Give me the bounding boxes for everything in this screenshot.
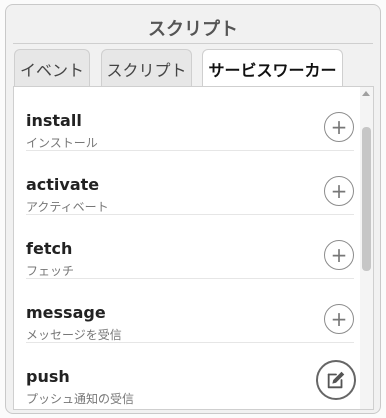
script-panel: スクリプト イベント スクリプト サービスワーカー install インストール… <box>5 4 381 414</box>
scroll-up-arrow-icon[interactable] <box>362 91 370 96</box>
list-item-activate[interactable]: activate アクティベート + <box>26 151 354 215</box>
plus-icon: + <box>330 179 348 203</box>
add-activate-button[interactable]: + <box>324 176 354 206</box>
tab-events[interactable]: イベント <box>14 49 90 87</box>
tab-service-worker[interactable]: サービスワーカー <box>202 49 343 89</box>
event-description: インストール <box>26 136 98 150</box>
scrollbar-thumb[interactable] <box>362 127 371 271</box>
plus-icon: + <box>330 307 348 331</box>
list-item-push[interactable]: push プッシュ通知の受信 <box>26 343 354 407</box>
tab-scripts[interactable]: スクリプト <box>101 49 192 87</box>
title-divider <box>13 43 373 44</box>
add-message-button[interactable]: + <box>324 304 354 334</box>
tab-label: スクリプト <box>106 60 187 80</box>
event-list-container: install インストール + activate アクティベート + fetc… <box>13 86 374 410</box>
event-name: activate <box>26 175 100 194</box>
list-item-install[interactable]: install インストール + <box>26 87 354 151</box>
add-install-button[interactable]: + <box>324 112 354 142</box>
edit-pencil-icon <box>327 371 345 389</box>
tab-label: イベント <box>19 60 84 80</box>
event-name: push <box>26 367 70 386</box>
event-list: install インストール + activate アクティベート + fetc… <box>26 87 354 407</box>
list-item-message[interactable]: message メッセージを受信 + <box>26 279 354 343</box>
event-description: メッセージを受信 <box>26 328 122 342</box>
event-description: アクティベート <box>26 200 109 214</box>
add-fetch-button[interactable]: + <box>324 240 354 270</box>
event-name: fetch <box>26 239 73 258</box>
tab-label: サービスワーカー <box>208 60 337 80</box>
event-description: プッシュ通知の受信 <box>26 392 135 406</box>
list-item-fetch[interactable]: fetch フェッチ + <box>26 215 354 279</box>
plus-icon: + <box>330 243 348 267</box>
panel-title: スクリプト <box>148 19 238 40</box>
event-name: message <box>26 303 106 322</box>
event-description: フェッチ <box>26 264 75 278</box>
edit-button[interactable] <box>316 360 356 400</box>
plus-icon: + <box>330 115 348 139</box>
scrollbar[interactable] <box>360 87 373 409</box>
event-name: install <box>26 111 82 130</box>
